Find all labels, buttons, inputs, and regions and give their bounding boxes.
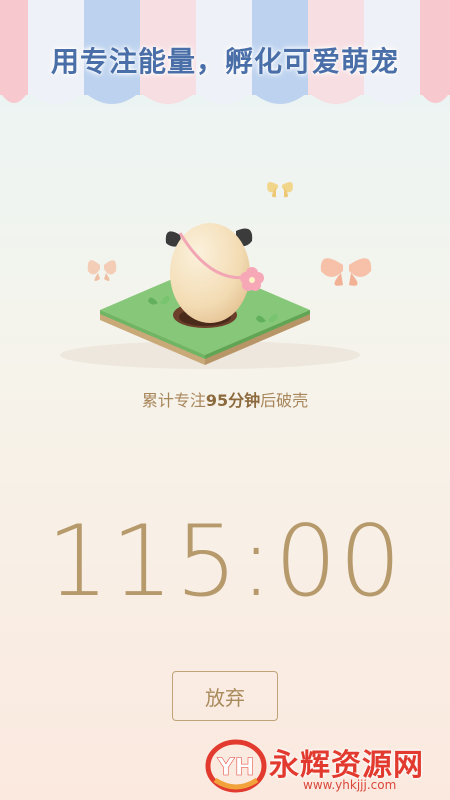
banner-title: 用专注能量，孵化可爱萌宠 [50, 45, 399, 78]
progress-suffix: 后破壳 [260, 391, 309, 410]
watermark-logo-icon: YH [205, 739, 267, 793]
egg-scene-illustration [60, 182, 372, 369]
progress-prefix: 累计专注 [141, 391, 206, 410]
hatch-progress-text: 累计专注95分钟后破壳 [0, 387, 450, 411]
watermark: YH 永辉资源网 www.yhkjjj.com [205, 738, 445, 794]
progress-unit: 分钟 [228, 391, 261, 410]
progress-value: 95 [205, 391, 229, 410]
butterfly-top-icon [267, 182, 293, 198]
countdown-timer: 115:00 [46, 505, 404, 619]
watermark-logo-text: YH [216, 753, 254, 781]
butterfly-right-icon [320, 258, 372, 286]
butterfly-left-icon [87, 260, 117, 281]
watermark-url: www.yhkjjj.com [303, 778, 397, 792]
focus-screen: 用专注能量，孵化可爱萌宠 累计专注95分钟后破壳 115:00 放弃 YH 永辉… [0, 0, 450, 800]
give-up-button[interactable]: 放弃 [172, 671, 278, 721]
